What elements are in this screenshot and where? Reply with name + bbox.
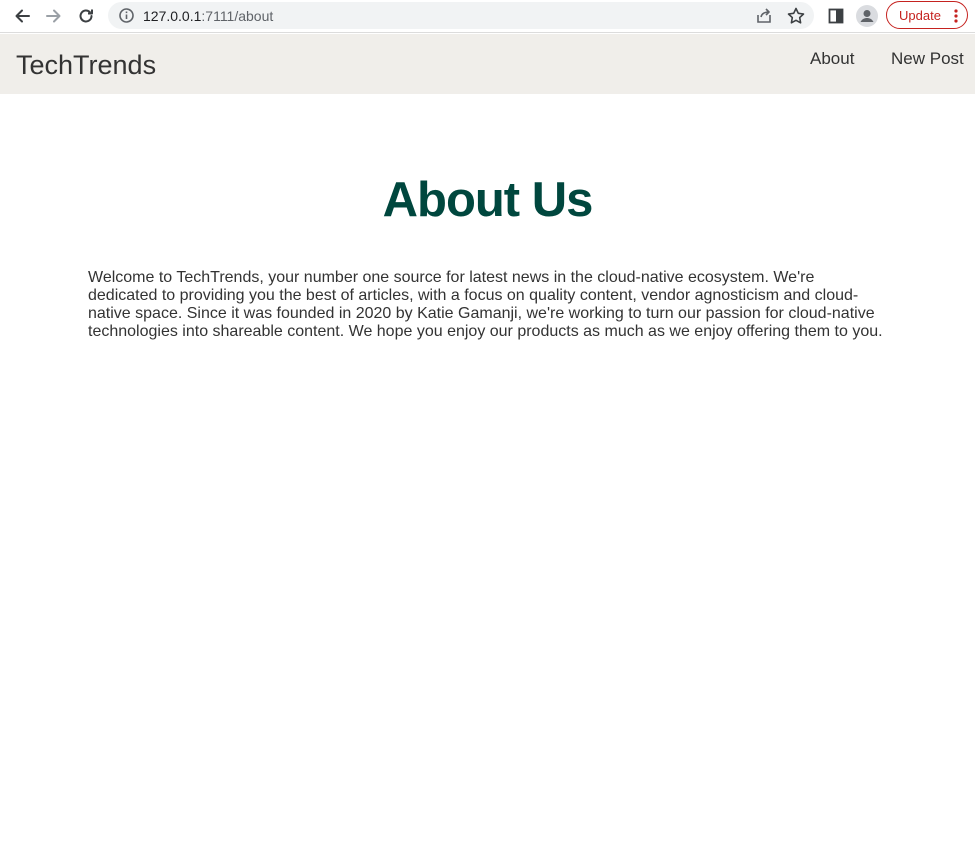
update-button[interactable]: Update — [886, 1, 968, 29]
brand-link[interactable]: TechTrends — [16, 50, 156, 81]
forward-arrow-icon[interactable] — [42, 4, 66, 28]
star-icon[interactable] — [786, 6, 806, 26]
url-path: :7111/about — [201, 8, 274, 24]
about-paragraph: Welcome to TechTrends, your number one s… — [88, 269, 883, 340]
share-icon[interactable] — [754, 6, 774, 26]
browser-toolbar: 127.0.0.1:7111/about Update — [0, 0, 975, 33]
info-icon[interactable] — [118, 7, 135, 24]
back-arrow-icon[interactable] — [10, 4, 34, 28]
address-bar[interactable]: 127.0.0.1:7111/about — [108, 2, 814, 29]
site-navbar: TechTrends About New Post — [0, 34, 975, 94]
nav-link-about[interactable]: About — [810, 49, 854, 69]
more-vert-icon[interactable] — [954, 9, 958, 23]
page-title: About Us — [382, 173, 594, 227]
side-panel-icon[interactable] — [825, 5, 847, 27]
nav-link-new-post[interactable]: New Post — [891, 49, 964, 69]
profile-icon[interactable] — [856, 5, 878, 27]
url-host: 127.0.0.1 — [143, 8, 202, 24]
update-label: Update — [899, 7, 941, 23]
reload-icon[interactable] — [74, 4, 98, 28]
url-text[interactable]: 127.0.0.1:7111/about — [143, 8, 273, 24]
